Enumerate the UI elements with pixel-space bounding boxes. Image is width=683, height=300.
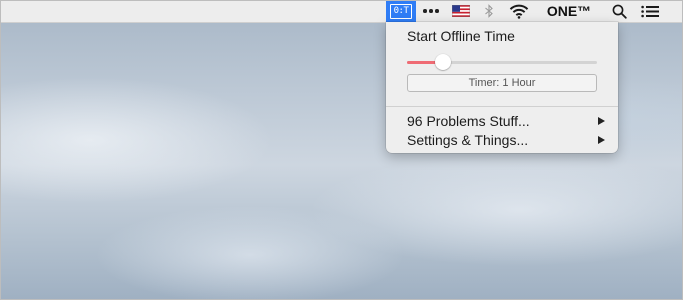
timer-label: Timer: 1 Hour bbox=[407, 74, 597, 92]
menu-item-96-problems[interactable]: 96 Problems Stuff... bbox=[407, 111, 605, 131]
menu-separator bbox=[386, 106, 618, 107]
slider-thumb[interactable] bbox=[435, 54, 452, 70]
menu-item-settings[interactable]: Settings & Things... bbox=[407, 130, 605, 150]
start-offline-time-button[interactable]: Start Offline Time bbox=[407, 28, 515, 44]
menu-item-label: Settings & Things... bbox=[407, 132, 529, 148]
submenu-arrow-icon bbox=[598, 117, 605, 125]
offline-time-menubar-button[interactable]: 0:T bbox=[386, 0, 416, 22]
wifi-icon[interactable] bbox=[508, 0, 530, 22]
menu-item-label: 96 Problems Stuff... bbox=[407, 113, 530, 129]
duration-slider[interactable] bbox=[407, 54, 597, 70]
network-label[interactable]: ONE™ bbox=[543, 0, 595, 22]
desktop-background: 0:T ONE™ Start Offline Time Timer: 1 Hou… bbox=[0, 0, 683, 300]
offline-time-dropdown-menu: Start Offline Time Timer: 1 Hour 96 Prob… bbox=[386, 22, 618, 153]
menu-bar: 0:T ONE™ bbox=[0, 0, 683, 23]
us-flag-icon[interactable] bbox=[450, 0, 472, 22]
search-icon[interactable] bbox=[609, 0, 629, 22]
more-icon[interactable] bbox=[420, 0, 442, 22]
app-icon: 0:T bbox=[390, 3, 412, 19]
submenu-arrow-icon bbox=[598, 136, 605, 144]
notification-center-icon[interactable] bbox=[639, 0, 661, 22]
bluetooth-icon[interactable] bbox=[482, 0, 496, 22]
